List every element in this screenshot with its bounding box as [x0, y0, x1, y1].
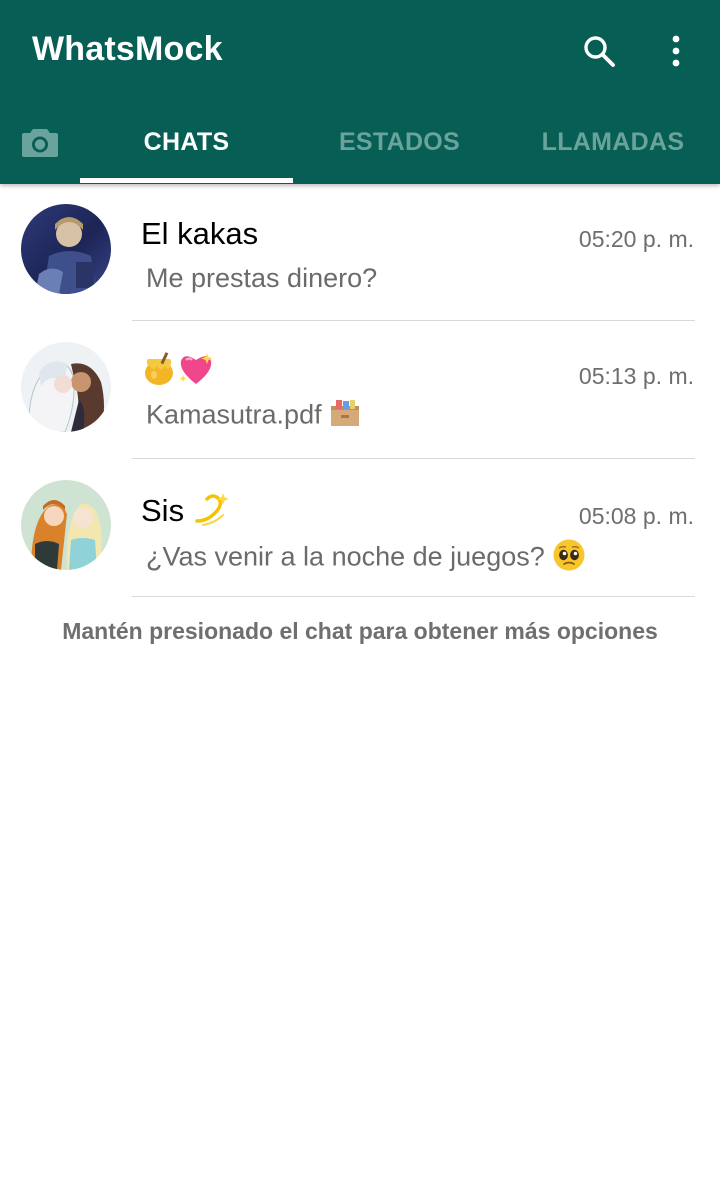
avatar-image [21, 204, 111, 294]
camera-icon [22, 129, 58, 157]
chat-name-emojis [141, 351, 215, 395]
chat-name: Sis [141, 493, 185, 529]
pleading-face-emoji [552, 538, 586, 579]
avatar[interactable] [21, 342, 111, 432]
divider [132, 596, 695, 597]
app-bar: WhatsMock CHATS ESTADOS LLAMADAS [0, 0, 720, 184]
tab-llamadas[interactable]: LLAMADAS [506, 104, 720, 180]
chat-name: El kakas [141, 216, 259, 251]
honey-pot-emoji [141, 351, 177, 395]
search-icon [584, 36, 615, 67]
chat-time: 05:20 p. m. [578, 226, 694, 252]
sparkling-heart-emoji [177, 351, 215, 395]
chat-row-sis[interactable]: Sis 05:08 p. m. ¿Vas venir a la noche de… [0, 459, 720, 596]
chat-row-el-kakas[interactable]: El kakas 05:20 p. m. Me prestas dinero? [0, 184, 720, 321]
avatar[interactable] [21, 480, 111, 570]
chat-row-2[interactable]: 05:13 p. m. Kamasutra.pdf [0, 321, 720, 459]
avatar-image [21, 342, 111, 432]
hint-text: Mantén presionado el chat para obtener m… [62, 618, 658, 644]
search-button[interactable] [576, 28, 622, 74]
chat-name-wrap: Sis [141, 491, 231, 535]
chat-preview-wrap: Kamasutra.pdf [146, 398, 361, 435]
chat-time: 05:13 p. m. [578, 363, 694, 389]
active-tab-indicator [80, 178, 293, 183]
chat-preview-wrap: ¿Vas venir a la noche de juegos? [146, 538, 586, 579]
app-title: WhatsMock [32, 30, 223, 68]
more-options-button[interactable] [654, 28, 698, 74]
more-vert-icon [672, 35, 680, 67]
chat-preview: Me prestas dinero? [146, 263, 378, 293]
dizzy-emoji [193, 491, 231, 535]
avatar-image [21, 480, 111, 570]
avatar[interactable] [21, 204, 111, 294]
tab-camera[interactable] [0, 104, 80, 180]
card-file-box-emoji [329, 398, 361, 435]
tab-estados[interactable]: ESTADOS [293, 104, 506, 180]
chat-preview: ¿Vas venir a la noche de juegos? [146, 541, 545, 572]
chat-time: 05:08 p. m. [578, 503, 694, 529]
tab-chats[interactable]: CHATS [80, 104, 293, 180]
chat-preview: Kamasutra.pdf [146, 399, 322, 430]
